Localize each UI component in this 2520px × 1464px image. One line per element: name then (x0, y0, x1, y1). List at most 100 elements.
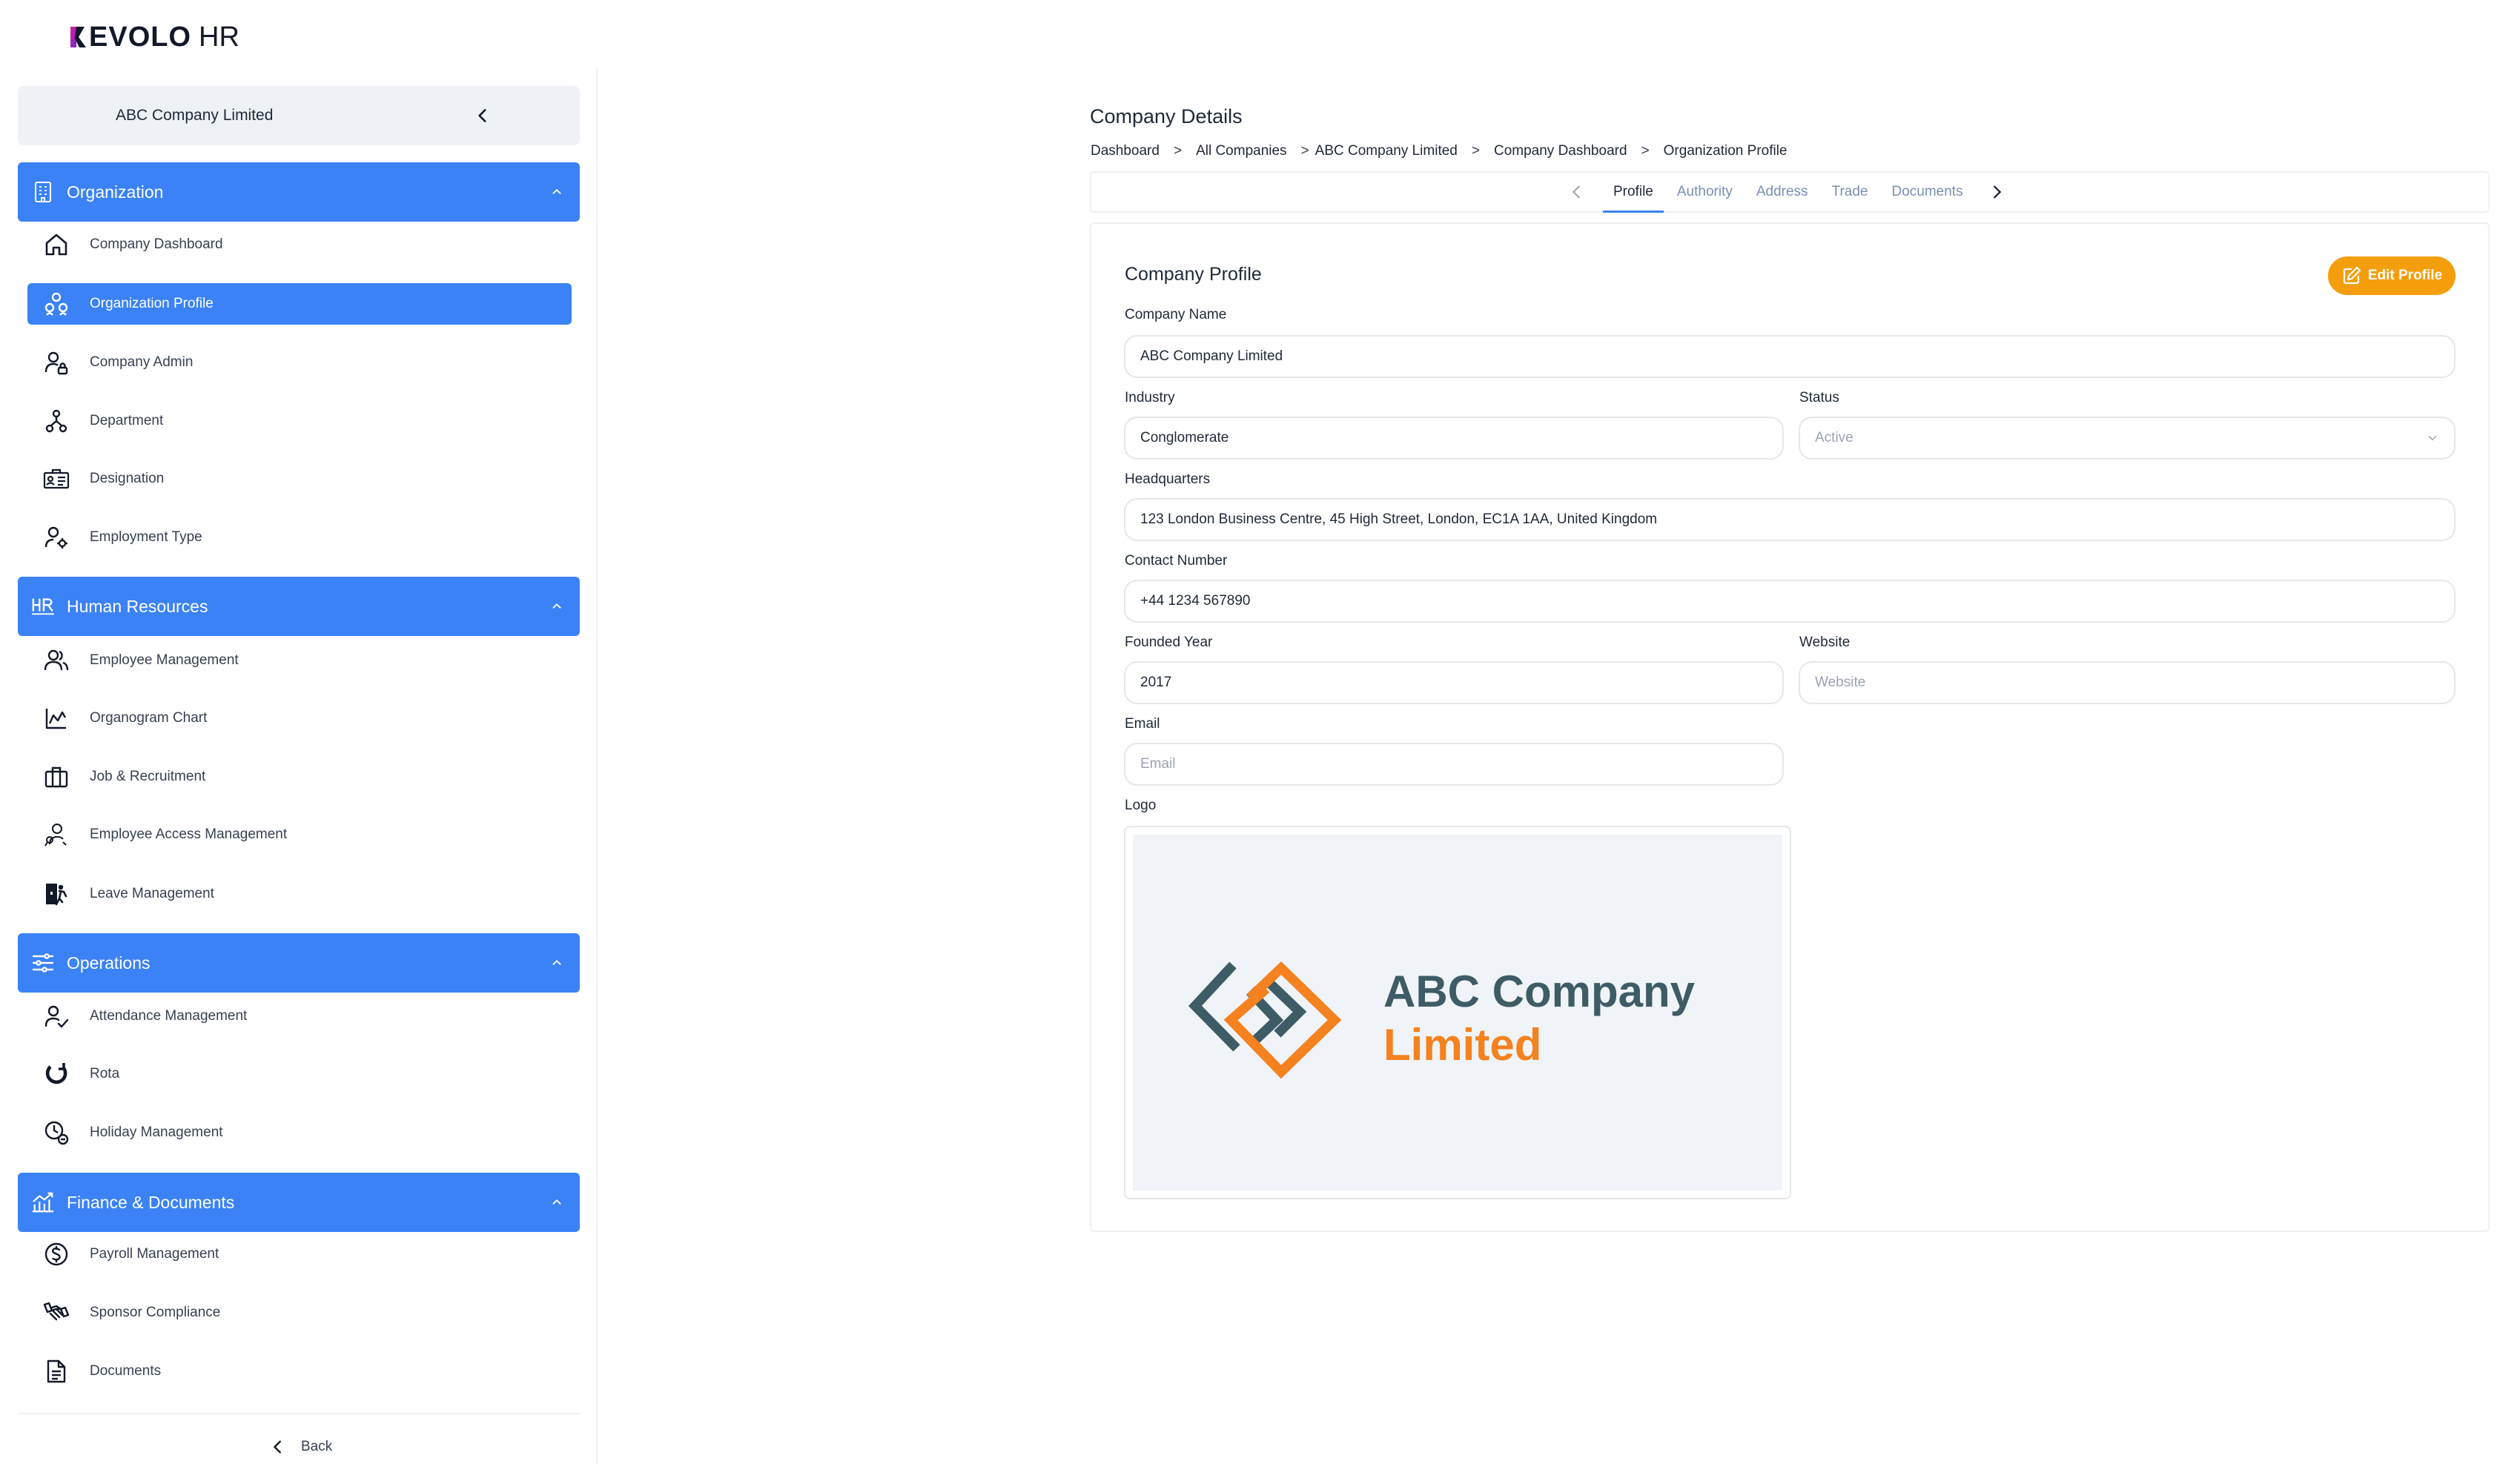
section-finance-documents[interactable]: Finance & Documents (18, 1173, 580, 1232)
chevron-up-icon[interactable] (549, 598, 565, 615)
contact-number-label: Contact Number (1125, 553, 1228, 569)
home-icon (42, 231, 70, 259)
calendar-clock-icon (42, 1119, 70, 1147)
breadcrumb-separator: > (1641, 143, 1650, 159)
sidebar-item-label: Attendance Management (90, 1008, 248, 1024)
sidebar-item-company-admin[interactable]: Company Admin (27, 342, 572, 383)
website-field[interactable]: Website (1799, 661, 2455, 704)
sidebar-item-employment-type[interactable]: Employment Type (27, 517, 572, 558)
tab-trade[interactable]: Trade (1820, 173, 1880, 211)
tab-documents[interactable]: Documents (1879, 173, 1974, 211)
contact-number-field[interactable]: +44 1234 567890 (1124, 580, 2455, 623)
chevron-up-icon[interactable] (549, 955, 565, 971)
email-label: Email (1125, 716, 1160, 732)
hierarchy-icon (42, 407, 70, 435)
chevron-up-icon[interactable] (549, 184, 565, 200)
sidebar-item-employee-access-management[interactable]: Employee Access Management (27, 814, 572, 855)
sidebar-item-label: Documents (90, 1363, 162, 1379)
chevron-left-icon (1572, 185, 1580, 199)
tab-address[interactable]: Address (1745, 173, 1820, 211)
tab-authority[interactable]: Authority (1665, 173, 1745, 211)
headquarters-field[interactable]: 123 London Business Centre, 45 High Stre… (1124, 498, 2455, 541)
sidebar-item-attendance-management[interactable]: Attendance Management (27, 996, 572, 1037)
headquarters-label: Headquarters (1125, 471, 1211, 487)
breadcrumb-all-companies[interactable]: All Companies (1196, 143, 1287, 159)
back-button[interactable]: Back (270, 1435, 332, 1459)
sidebar-divider (596, 68, 598, 1464)
sidebar-item-label: Holiday Management (90, 1125, 223, 1140)
page-title: Company Details (1090, 105, 1243, 127)
sidebar-item-holiday-management[interactable]: Holiday Management (27, 1112, 572, 1153)
sidebar-item-job-recruitment[interactable]: Job & Recruitment (27, 756, 572, 798)
sidebar-item-label: Employee Management (90, 652, 239, 668)
sidebar-item-sponsor-compliance[interactable]: Sponsor Compliance (27, 1292, 572, 1334)
tabs-next-button[interactable] (1985, 181, 2008, 203)
status-select[interactable]: Active (1799, 417, 2455, 460)
logo-text-line1: ABC Company (1383, 967, 1696, 1016)
section-organization[interactable]: Organization (18, 162, 580, 222)
breadcrumb-separator: > (1173, 143, 1183, 159)
sidebar-item-department[interactable]: Department (27, 400, 572, 442)
industry-field[interactable]: Conglomerate (1124, 417, 1784, 460)
tabs: Profile Authority Address Trade Document… (1566, 173, 2008, 213)
company-name-field[interactable]: ABC Company Limited (1124, 335, 2455, 378)
chevron-left-icon (274, 1440, 281, 1454)
breadcrumb-dashboard[interactable]: Dashboard (1091, 143, 1160, 159)
tabs-bar: Profile Authority Address Trade Document… (1090, 171, 2490, 213)
sidebar-item-label: Leave Management (90, 886, 214, 901)
section-human-resources-label: Human Resources (67, 596, 208, 616)
sidebar-item-organogram-chart[interactable]: Organogram Chart (27, 698, 572, 739)
logo-upload[interactable]: ABC Company Limited (1124, 826, 1791, 1199)
sidebar-item-leave-management[interactable]: Leave Management (27, 873, 572, 915)
sidebar: ABC Company Limited Organization Company… (0, 0, 598, 1464)
sidebar-item-company-dashboard[interactable]: Company Dashboard (27, 224, 572, 265)
breadcrumb-company[interactable]: ABC Company Limited (1315, 143, 1458, 159)
logo-label: Logo (1125, 798, 1157, 813)
section-operations[interactable]: Operations (18, 933, 580, 993)
sidebar-item-payroll-management[interactable]: Payroll Management (27, 1233, 572, 1275)
id-card-icon (42, 465, 70, 493)
company-switcher[interactable]: ABC Company Limited (18, 86, 580, 145)
section-organization-label: Organization (67, 182, 164, 202)
sliders-icon (31, 951, 55, 975)
users-icon (42, 646, 70, 675)
sidebar-item-label: Designation (90, 471, 165, 486)
company-logo-text: ABC Company Limited (1383, 965, 1695, 1072)
sidebar-item-rota[interactable]: Rota (27, 1053, 572, 1095)
founded-year-field[interactable]: 2017 (1124, 661, 1784, 704)
website-label: Website (1799, 635, 1851, 650)
breadcrumb-separator: > (1300, 143, 1309, 159)
sidebar-item-label: Organogram Chart (90, 710, 208, 726)
email-field[interactable]: Email (1124, 743, 1784, 786)
chevron-left-icon[interactable] (473, 106, 492, 125)
breadcrumb-company-dashboard[interactable]: Company Dashboard (1494, 143, 1627, 159)
sidebar-item-label: Employee Access Management (90, 827, 288, 842)
chart-icon (42, 704, 70, 732)
company-profile-card: Company Profile Edit Profile Company Nam… (1090, 222, 2490, 1232)
finance-chart-icon (31, 1190, 55, 1214)
tabs-prev-button[interactable] (1566, 181, 1588, 203)
company-switcher-name: ABC Company Limited (116, 107, 274, 124)
sidebar-item-employee-management[interactable]: Employee Management (27, 640, 572, 681)
edit-icon (2343, 266, 2361, 285)
tab-profile[interactable]: Profile (1601, 173, 1665, 213)
sidebar-footer-divider (18, 1413, 580, 1414)
chevron-right-icon (1993, 185, 2001, 199)
edit-profile-button[interactable]: Edit Profile (2328, 256, 2455, 295)
section-human-resources[interactable]: Human Resources (18, 577, 580, 636)
sidebar-item-designation[interactable]: Designation (27, 458, 572, 500)
handshake-icon (42, 1299, 70, 1327)
chevron-down-icon (2428, 436, 2437, 441)
logo-text-line2: Limited (1383, 1020, 1542, 1070)
user-key-icon (42, 821, 70, 849)
sidebar-item-label: Payroll Management (90, 1246, 219, 1262)
sidebar-item-label: Rota (90, 1066, 120, 1082)
sidebar-item-label: Sponsor Compliance (90, 1305, 221, 1320)
sidebar-item-documents[interactable]: Documents (27, 1351, 572, 1392)
status-label: Status (1799, 390, 1839, 405)
edit-profile-label: Edit Profile (2367, 268, 2443, 283)
founded-year-label: Founded Year (1125, 635, 1213, 650)
chevron-up-icon[interactable] (549, 1194, 565, 1210)
sidebar-item-organization-profile[interactable]: Organization Profile (27, 283, 572, 325)
back-button-label: Back (301, 1439, 333, 1454)
